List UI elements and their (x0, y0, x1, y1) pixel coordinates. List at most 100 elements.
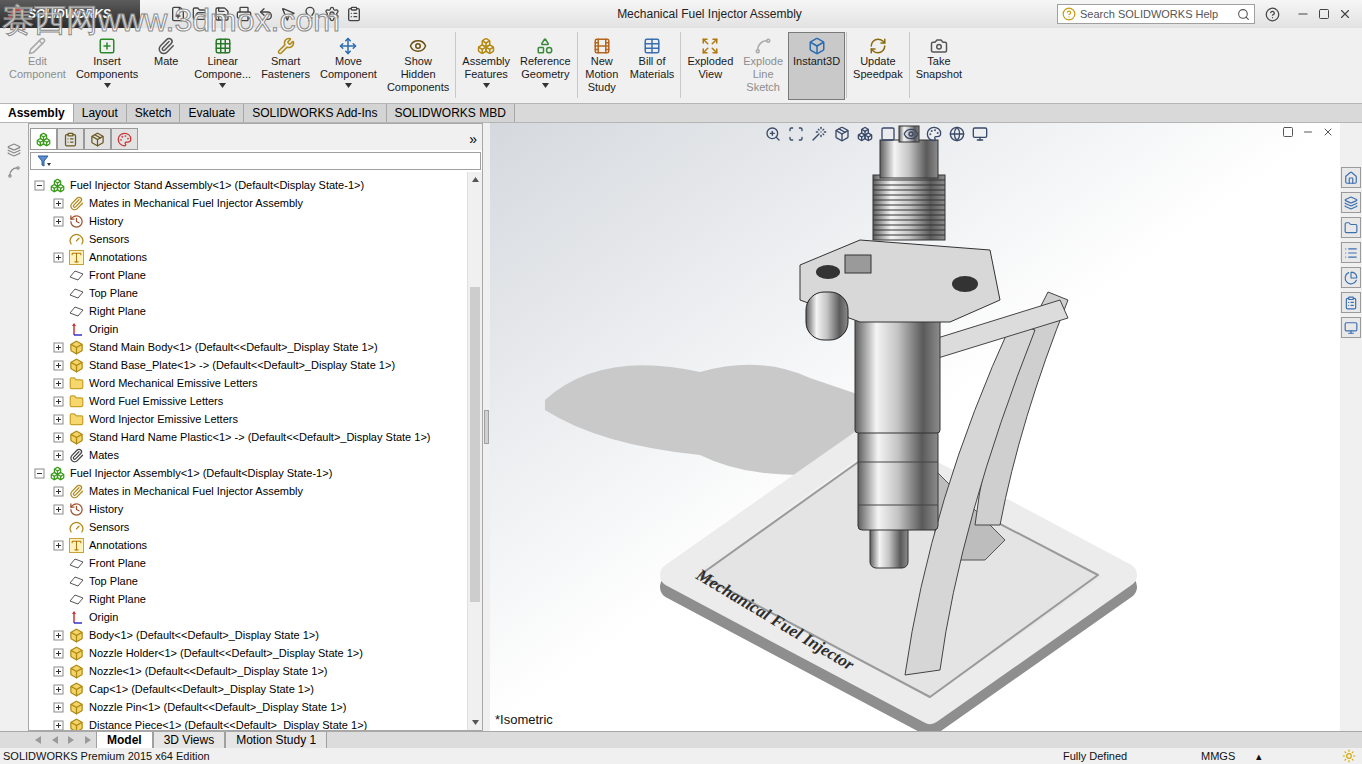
task-pane-tab[interactable] (1341, 167, 1361, 188)
tree-item[interactable]: Stand Base_Plate<1> -> (Default<<Default… (29, 356, 467, 374)
view-tool-icon[interactable] (903, 126, 919, 142)
tree-item[interactable]: History (29, 212, 467, 230)
splitter[interactable] (483, 123, 490, 731)
task-pane-tab[interactable] (1341, 292, 1361, 313)
expand-icon[interactable] (53, 540, 64, 551)
panel-tab[interactable] (57, 128, 84, 150)
graphics-area[interactable]: Mechanical Fuel Injector*Isometric (490, 123, 1340, 731)
view-tool-icon[interactable] (972, 126, 988, 142)
tree-item[interactable]: Fuel Injector Assembly<1> (Default<Displ… (29, 464, 467, 482)
quick-access-icon[interactable] (346, 6, 362, 22)
tab-nav-icon[interactable] (34, 736, 42, 744)
expand-icon[interactable] (53, 252, 64, 263)
tree-item[interactable]: Front Plane (29, 266, 467, 284)
command-tab[interactable]: Layout (74, 104, 127, 122)
expand-icon[interactable] (53, 378, 64, 389)
panel-tab[interactable] (111, 128, 138, 150)
filter-field[interactable] (30, 152, 481, 170)
expand-icon[interactable] (53, 216, 64, 227)
ribbon-button[interactable]: ExplodedView (682, 32, 738, 100)
panel-tab[interactable] (84, 128, 111, 150)
tree-item[interactable]: Sensors (29, 230, 467, 248)
tree-item[interactable]: Mates in Mechanical Fuel Injector Assemb… (29, 194, 467, 212)
expand-icon[interactable] (53, 396, 64, 407)
tree-item[interactable]: Word Mechanical Emissive Letters (29, 374, 467, 392)
ribbon-button[interactable]: MoveComponent (315, 32, 382, 100)
task-pane-tab[interactable] (1341, 192, 1361, 213)
viewport-minimize-icon[interactable] (1302, 126, 1314, 138)
tree-item[interactable]: Front Plane (29, 554, 467, 572)
expand-icon[interactable] (53, 414, 64, 425)
view-tool-icon[interactable] (811, 126, 827, 142)
ribbon-button[interactable]: SmartFasteners (256, 32, 315, 100)
tree-item[interactable]: Sensors (29, 518, 467, 536)
tree-item[interactable]: Right Plane (29, 590, 467, 608)
tree-item[interactable]: Word Injector Emissive Letters (29, 410, 467, 428)
expand-icon[interactable] (53, 450, 64, 461)
tree-item[interactable]: Mates (29, 446, 467, 464)
units[interactable]: MMGS (1201, 748, 1256, 764)
task-pane-tab[interactable] (1341, 267, 1361, 288)
bottom-tab[interactable]: Motion Study 1 (225, 732, 327, 748)
quick-access-icon[interactable] (258, 6, 274, 22)
help-menu-icon[interactable] (1265, 7, 1280, 22)
quick-access-icon[interactable] (192, 6, 208, 22)
expand-icon[interactable] (53, 432, 64, 443)
tree-item[interactable]: Right Plane (29, 302, 467, 320)
tree-item[interactable]: Body<1> (Default<<Default>_Display State… (29, 626, 467, 644)
panel-expand[interactable]: » (469, 128, 481, 150)
tab-nav-icon[interactable] (84, 736, 92, 744)
view-tool-icon[interactable] (926, 126, 942, 142)
tree-item[interactable]: History (29, 500, 467, 518)
bottom-tab[interactable]: Model (96, 732, 153, 748)
display-pane-icon[interactable] (7, 143, 21, 157)
logo[interactable]: SOLIDWORKS (0, 0, 140, 28)
collapse-icon[interactable] (34, 180, 45, 191)
tab-nav-icon[interactable] (67, 736, 75, 744)
viewport-tile-icon[interactable] (1282, 126, 1294, 138)
ribbon-button[interactable]: ExplodeLineSketch (738, 32, 788, 100)
scroll-down-icon[interactable] (468, 715, 483, 730)
tree-item[interactable]: Stand Main Body<1> (Default<<Default>_Di… (29, 338, 467, 356)
ribbon-button[interactable]: NewMotionStudy (579, 32, 625, 100)
expand-icon[interactable] (53, 342, 64, 353)
expand-icon[interactable] (53, 360, 64, 371)
ribbon-button[interactable]: LinearCompone... (189, 32, 256, 100)
ribbon-button[interactable]: TakeSnapshot (911, 32, 967, 100)
ribbon-button[interactable]: ReferenceGeometry (515, 32, 576, 100)
notification-icon[interactable] (1342, 749, 1356, 763)
command-tab[interactable]: SOLIDWORKS Add-Ins (244, 104, 386, 122)
close-icon[interactable] (1338, 7, 1352, 21)
tree-item[interactable]: Nozzle<1> (Default<<Default>_Display Sta… (29, 662, 467, 680)
command-tab[interactable]: Assembly (0, 104, 74, 122)
expand-icon[interactable] (53, 504, 64, 515)
expand-icon[interactable] (53, 648, 64, 659)
command-tab[interactable]: Sketch (127, 104, 181, 122)
dropdown-icon[interactable] (542, 83, 549, 88)
view-tool-icon[interactable] (880, 126, 896, 142)
tree-item[interactable]: Top Plane (29, 284, 467, 302)
tree-item[interactable]: Mates in Mechanical Fuel Injector Assemb… (29, 482, 467, 500)
dropdown-icon[interactable] (483, 83, 490, 88)
tree-item[interactable]: Top Plane (29, 572, 467, 590)
quick-access-icon[interactable] (302, 6, 318, 22)
tree-item[interactable]: Origin (29, 320, 467, 338)
tree-item[interactable]: Annotations (29, 536, 467, 554)
command-tab[interactable]: SOLIDWORKS MBD (387, 104, 515, 122)
quick-access-icon[interactable] (324, 6, 340, 22)
task-pane-tab[interactable] (1341, 217, 1361, 238)
tree-item[interactable]: Nozzle Pin<1> (Default<<Default>_Display… (29, 698, 467, 716)
viewport-close-icon[interactable] (1322, 126, 1334, 138)
expand-icon[interactable] (53, 702, 64, 713)
model-view[interactable]: Mechanical Fuel Injector (490, 123, 1340, 731)
dropdown-icon[interactable] (104, 83, 111, 88)
expand-icon[interactable] (53, 666, 64, 677)
bottom-tab[interactable]: 3D Views (153, 732, 225, 748)
ribbon-button[interactable]: AssemblyFeatures (457, 32, 515, 100)
scroll-up-icon[interactable] (468, 172, 483, 187)
tab-nav-icon[interactable] (51, 736, 59, 744)
scrollbar[interactable] (467, 172, 482, 730)
quick-access-icon[interactable] (236, 6, 252, 22)
tree-item[interactable]: Origin (29, 608, 467, 626)
command-tab[interactable]: Evaluate (180, 104, 244, 122)
